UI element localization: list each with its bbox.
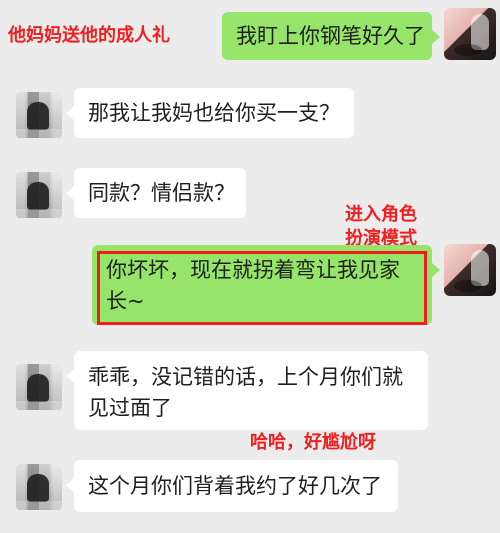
receiver-avatar[interactable] (16, 364, 62, 410)
sender-avatar[interactable] (444, 8, 496, 60)
message-text-5-line-2: 见过面了 (88, 396, 172, 420)
receiver-avatar[interactable] (16, 92, 62, 138)
message-text-5-line-1: 乖乖，没记错的话，上个月你们就 (88, 365, 403, 389)
message-text-4-line-2: 长~ (106, 289, 145, 313)
annotation-role-play: 进入角色 扮演模式 (345, 203, 417, 251)
message-text-6: 这个月你们背着我约了好几次了 (88, 474, 382, 498)
annotation-awkward: 哈哈，好尴尬呀 (250, 432, 376, 453)
message-bubble-6: 这个月你们背着我约了好几次了 (66, 460, 398, 512)
message-text-4-line-1: 你坏坏，现在就拐着弯让我见家 (106, 258, 400, 282)
annotation-role-play-line-1: 进入角色 (345, 204, 417, 225)
message-text-1: 我盯上你钢笔好久了 (236, 24, 425, 48)
message-bubble-5: 乖乖，没记错的话，上个月你们就 见过面了 (66, 351, 428, 430)
message-text-3: 同款？情侣款？ (88, 181, 235, 205)
annotation-birthday-gift: 他妈妈送他的成人礼 (8, 25, 170, 46)
sender-avatar[interactable] (444, 244, 496, 296)
receiver-avatar[interactable] (16, 172, 62, 218)
chat-conversation: 他妈妈送他的成人礼 我盯上你钢笔好久了 那我让我妈也给你买一支？ 同款？情侣款？… (0, 0, 500, 533)
message-text-2: 那我让我妈也给你买一支？ (88, 101, 340, 125)
message-bubble-3: 同款？情侣款？ (66, 168, 246, 218)
message-bubble-1: 我盯上你钢笔好久了 (222, 12, 440, 60)
message-bubble-2: 那我让我妈也给你买一支？ (66, 88, 354, 138)
message-bubble-4: 你坏坏，现在就拐着弯让我见家 长~ (92, 245, 440, 325)
receiver-avatar[interactable] (16, 464, 62, 510)
